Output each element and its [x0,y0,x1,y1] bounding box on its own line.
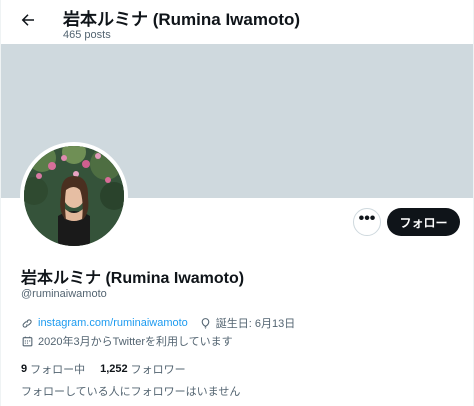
profile-meta-row: 2020年3月からTwitterを利用しています [21,333,233,349]
user-handle: @ruminaiwamoto [21,288,107,300]
following-count: 9 [21,363,28,375]
arrow-left-icon [19,11,37,34]
following-label: フォロー中 [30,364,86,376]
link-icon [21,317,34,330]
follow-stats: 9 フォロー中 1,252 フォロワー [21,361,186,377]
followers-count: 1,252 [100,363,128,375]
followers-label: フォロワー [130,364,186,376]
balloon-icon [199,317,212,330]
followers-you-know: フォローしている人にフォロワーはいません [21,386,241,398]
profile-header-bar: 岩本ルミナ (Rumina Iwamoto) 465 posts [1,0,473,44]
followers-link[interactable]: 1,252 フォロワー [100,361,186,377]
birthday-text: 誕生日: 6月13日 [215,318,296,330]
profile-meta-row: instagram.com/ruminaiwamoto 誕生日: 6月13日 [21,315,295,331]
header-title: 岩本ルミナ (Rumina Iwamoto) [63,10,301,29]
avatar[interactable] [20,142,128,250]
display-name: 岩本ルミナ (Rumina Iwamoto) [21,270,245,287]
back-button[interactable] [14,8,42,36]
website-link[interactable]: instagram.com/ruminaiwamoto [38,317,188,329]
profile-page: 岩本ルミナ (Rumina Iwamoto) 465 posts ••• フォロ [0,0,474,406]
more-icon: ••• [358,210,376,227]
joined-date: 2020年3月からTwitterを利用しています [38,336,233,348]
calendar-icon [21,335,34,348]
following-link[interactable]: 9 フォロー中 [21,361,85,377]
follow-button[interactable]: フォロー [387,208,460,236]
post-count: 465 posts [63,29,111,41]
more-options-button[interactable]: ••• [353,208,381,236]
